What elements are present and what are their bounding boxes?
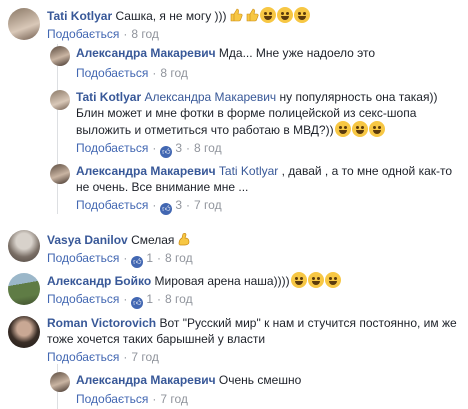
- avatar[interactable]: [50, 46, 70, 66]
- flexed-biceps-emoji-icon: [176, 231, 192, 247]
- comment-text: Мда... Мне уже надоело это: [218, 46, 376, 60]
- comment-meta: Подобається · 7 год: [47, 350, 159, 364]
- laughing-emoji-icon: [276, 7, 293, 23]
- avatar[interactable]: [8, 230, 40, 262]
- comment-body: Александра Макаревич Очень смешно: [76, 372, 301, 388]
- laughing-emoji-icon: [334, 121, 351, 137]
- comment-time[interactable]: 8 год: [194, 141, 222, 155]
- separator: ·: [152, 141, 157, 155]
- like-link[interactable]: Подобається: [47, 251, 119, 265]
- comment-body: Roman Victorovich Вот "Русский мир" к на…: [47, 315, 465, 347]
- comment-meta: Подобається · 👍︎ 1 · 8 год: [47, 292, 193, 309]
- comment-text: , давай , а то мне одной как-то: [278, 164, 453, 178]
- separator: ·: [186, 141, 191, 155]
- avatar[interactable]: [8, 273, 40, 305]
- separator: ·: [123, 251, 128, 265]
- avatar[interactable]: [50, 372, 70, 392]
- like-link[interactable]: Подобається: [47, 27, 119, 41]
- comment-meta: Подобається · 👍︎ 3 · 8 год: [76, 141, 222, 158]
- like-count[interactable]: 3: [175, 141, 182, 155]
- comment-time[interactable]: 8 год: [160, 66, 188, 80]
- separator: ·: [152, 66, 157, 80]
- like-count[interactable]: 3: [175, 198, 182, 212]
- avatar[interactable]: [50, 164, 70, 184]
- separator: ·: [186, 198, 191, 212]
- like-count[interactable]: 1: [146, 251, 153, 265]
- separator: ·: [123, 27, 128, 41]
- laughing-emoji-icon: [290, 272, 307, 288]
- comment-text: Сашка, я не могу ))): [115, 9, 227, 23]
- like-link[interactable]: Подобається: [47, 350, 119, 364]
- comment-text: выложить и отметиться что работаю в МВД?…: [76, 123, 334, 137]
- like-link[interactable]: Подобається: [76, 198, 148, 212]
- laughing-emoji-icon: [368, 121, 385, 137]
- like-icon: 👍︎: [131, 297, 144, 309]
- comment-body: Tati Kotlyar Сашка, я не могу ))): [47, 7, 310, 24]
- comment-body: Александр Бойко Мировая арена наша)))): [47, 272, 341, 289]
- comment-body: Александра Макаревич Мда... Мне уже надо…: [76, 45, 375, 61]
- thumbs-up-emoji-icon: [245, 8, 259, 22]
- like-link[interactable]: Подобається: [47, 292, 119, 306]
- comment-author[interactable]: Tati Kotlyar: [76, 90, 141, 104]
- comment-author[interactable]: Александра Макаревич: [76, 373, 216, 387]
- separator: ·: [152, 392, 157, 406]
- laughing-emoji-icon: [307, 272, 324, 288]
- avatar[interactable]: [8, 316, 40, 348]
- comment-time[interactable]: 7 год: [194, 198, 222, 212]
- like-count[interactable]: 1: [146, 292, 153, 306]
- comment-author[interactable]: Александра Макаревич: [76, 164, 216, 178]
- comment-meta: Подобається · 8 год: [76, 66, 188, 80]
- like-icon: 👍︎: [131, 256, 144, 268]
- comment-author[interactable]: Александр Бойко: [47, 274, 151, 288]
- laughing-emoji-icon: [259, 7, 276, 23]
- comment-body: Александра Макаревич Tati Kotlyar , дава…: [76, 163, 466, 195]
- comment-text: Смелая: [131, 233, 175, 247]
- comment-time[interactable]: 8 год: [131, 27, 159, 41]
- comment-body: Vasya Danilov Смелая: [47, 231, 192, 248]
- comment-time[interactable]: 7 год: [160, 392, 188, 406]
- comment-text: ну популярность она такая)): [276, 90, 438, 104]
- comment-author[interactable]: Tati Kotlyar: [47, 9, 112, 23]
- comment-text: Мировая арена наша)))): [154, 274, 290, 288]
- avatar[interactable]: [50, 90, 70, 110]
- like-icon: 👍︎: [160, 146, 173, 158]
- comment-author[interactable]: Александра Макаревич: [76, 46, 216, 60]
- comment-meta: Подобається · 👍︎ 3 · 7 год: [76, 198, 222, 215]
- comment-text: не очень. Все внимание мне ...: [76, 180, 249, 194]
- comment-time[interactable]: 8 год: [165, 292, 193, 306]
- like-link[interactable]: Подобається: [76, 66, 148, 80]
- comment-text: Вот "Русский мир" к нам и стучится посто…: [159, 316, 457, 330]
- comment-time[interactable]: 8 год: [165, 251, 193, 265]
- separator: ·: [157, 251, 162, 265]
- separator: ·: [123, 292, 128, 306]
- laughing-emoji-icon: [351, 121, 368, 137]
- laughing-emoji-icon: [293, 7, 310, 23]
- separator: ·: [152, 198, 157, 212]
- comment-body: Tati Kotlyar Александра Макаревич ну поп…: [76, 89, 466, 138]
- thumbs-up-emoji-icon: [229, 8, 243, 22]
- mention-link[interactable]: Александра Макаревич: [144, 90, 276, 104]
- like-link[interactable]: Подобається: [76, 141, 148, 155]
- comment-author[interactable]: Vasya Danilov: [47, 233, 128, 247]
- comment-text: тоже хочется таких барышней у власти: [47, 332, 266, 346]
- comment-meta: Подобається · 7 год: [76, 392, 188, 406]
- comment-text: Блин может и мне фотки в форме полицейск…: [76, 106, 417, 120]
- avatar[interactable]: [8, 8, 40, 40]
- comment-time[interactable]: 7 год: [131, 350, 159, 364]
- mention-link[interactable]: Tati Kotlyar: [219, 164, 278, 178]
- like-icon: 👍︎: [160, 203, 173, 215]
- laughing-emoji-icon: [324, 272, 341, 288]
- like-link[interactable]: Подобається: [76, 392, 148, 406]
- comment-text: Очень смешно: [218, 373, 302, 387]
- separator: ·: [157, 292, 162, 306]
- comment-meta: Подобається · 8 год: [47, 27, 159, 41]
- separator: ·: [123, 350, 128, 364]
- comment-author[interactable]: Roman Victorovich: [47, 316, 156, 330]
- comment-meta: Подобається · 👍︎ 1 · 8 год: [47, 251, 193, 268]
- reply-thread-line: [57, 44, 58, 214]
